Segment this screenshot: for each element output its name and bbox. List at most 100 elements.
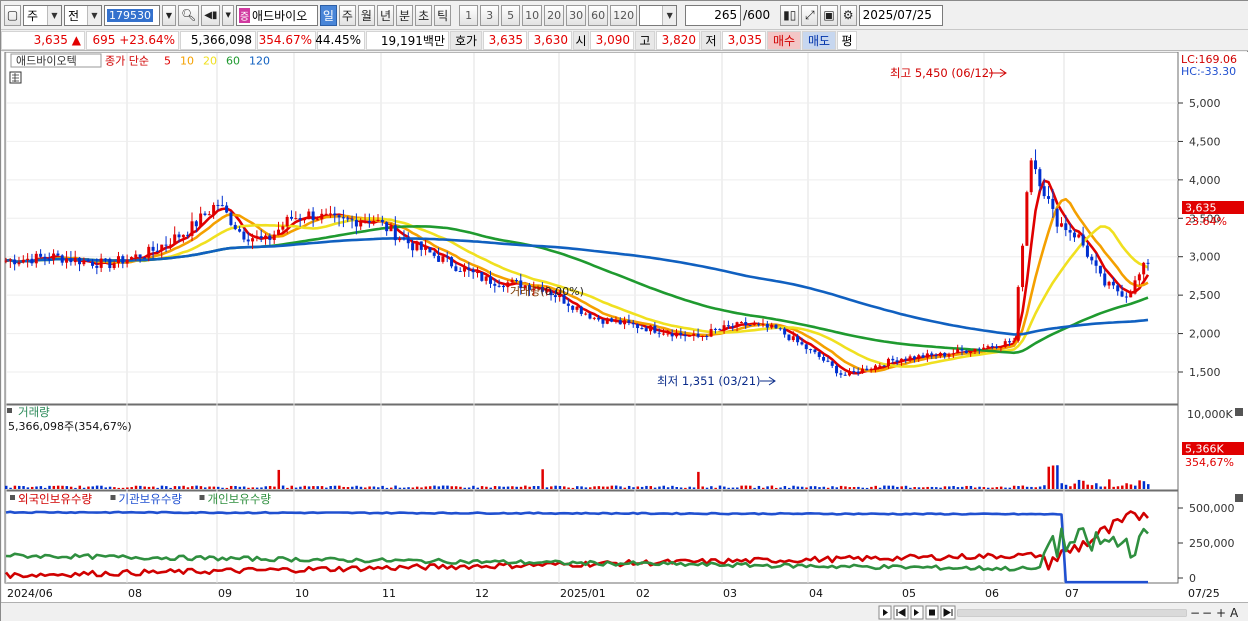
candle-body bbox=[497, 285, 501, 287]
candle-body bbox=[662, 333, 666, 335]
volume-bar bbox=[316, 486, 319, 489]
candle-body bbox=[601, 319, 605, 324]
candle-body bbox=[969, 351, 973, 354]
period-month[interactable]: 월 bbox=[357, 4, 375, 26]
zoom-out-icon[interactable]: − bbox=[1190, 606, 1200, 620]
date-input[interactable]: 2025/07/25 bbox=[858, 4, 943, 26]
volume-bar bbox=[550, 486, 553, 489]
type-select[interactable]: 전 ▼ bbox=[64, 4, 102, 26]
volume-bar bbox=[221, 487, 224, 489]
volume-bar bbox=[407, 487, 410, 489]
price-y-tick: 4,500 bbox=[1189, 135, 1221, 148]
x-axis-tick: 12 bbox=[475, 587, 489, 600]
candle-body bbox=[886, 358, 890, 367]
volume-bar bbox=[857, 486, 860, 489]
volume-bar bbox=[774, 487, 778, 489]
volume-bar bbox=[904, 485, 908, 489]
close-icon[interactable] bbox=[1235, 494, 1243, 502]
minus-icon[interactable]: − bbox=[1202, 606, 1212, 620]
candle-body bbox=[73, 257, 77, 263]
multiplier-1[interactable]: 1 bbox=[459, 4, 479, 26]
view-count-input[interactable]: 265 bbox=[685, 4, 742, 26]
multiplier-60[interactable]: 60 bbox=[588, 4, 609, 26]
chart-tool-icon[interactable]: ⤢ bbox=[801, 4, 819, 26]
scrollbar-thumb[interactable] bbox=[958, 610, 1186, 616]
candle-body bbox=[458, 271, 462, 273]
chevron-down-icon[interactable]: ▼ bbox=[162, 4, 176, 26]
candle-body bbox=[1098, 265, 1102, 274]
custom-period-input[interactable]: ▼ bbox=[639, 4, 678, 26]
volume-bar bbox=[960, 486, 964, 489]
volume-bar bbox=[619, 486, 622, 489]
period-second[interactable]: 초 bbox=[415, 4, 433, 26]
period-day[interactable]: 일 bbox=[319, 4, 337, 26]
zoom-in-icon[interactable]: + bbox=[1216, 606, 1226, 620]
candle-icon[interactable]: ▮▯ bbox=[780, 4, 800, 26]
x-axis-tick: 06 bbox=[985, 587, 999, 600]
volume-bar bbox=[9, 487, 12, 489]
chevron-down-icon[interactable]: ▼ bbox=[222, 4, 234, 26]
eval-button[interactable]: 평 bbox=[837, 30, 857, 50]
volume-bar bbox=[394, 485, 397, 489]
volume-bar bbox=[247, 487, 250, 489]
candle-body bbox=[372, 220, 376, 223]
multiplier-10[interactable]: 10 bbox=[522, 4, 543, 26]
buy-button[interactable]: 매수 bbox=[767, 30, 801, 50]
sell-button[interactable]: 매도 bbox=[802, 30, 836, 50]
volume-bar bbox=[922, 487, 925, 489]
volume-bar bbox=[1082, 480, 1085, 489]
window-icon[interactable]: ▢ bbox=[4, 4, 21, 26]
stock-code-input[interactable]: 179530 bbox=[104, 4, 160, 26]
candle-body bbox=[809, 349, 813, 351]
volume-bar bbox=[251, 487, 255, 489]
volume-bar bbox=[792, 485, 795, 489]
period-week[interactable]: 주 bbox=[338, 4, 356, 26]
multiplier-20[interactable]: 20 bbox=[544, 4, 565, 26]
volume-bar bbox=[935, 487, 938, 489]
multiplier-3[interactable]: 3 bbox=[480, 4, 500, 26]
volume-bar bbox=[480, 486, 484, 489]
volume-bar bbox=[186, 487, 190, 489]
candle-body bbox=[869, 368, 873, 371]
volume-bar bbox=[104, 487, 107, 489]
chart-svg[interactable]: 애드바이오텍 종가 단순 5 10 20 60 120 LC:169.06 HC:-33… bbox=[2, 52, 1248, 604]
series-indicator-icon bbox=[199, 495, 205, 500]
gear-icon[interactable]: ⚙ bbox=[839, 4, 857, 26]
font-icon[interactable]: A bbox=[1230, 606, 1239, 620]
period-tick[interactable]: 틱 bbox=[434, 4, 452, 26]
candle-body bbox=[623, 320, 627, 325]
period-select[interactable]: 주 ▼ bbox=[23, 4, 62, 26]
volume-panel[interactable] bbox=[4, 404, 1179, 491]
holding-y-tick: 0 bbox=[1189, 572, 1196, 585]
multiplier-5[interactable]: 5 bbox=[501, 4, 521, 26]
hc-label: HC:-33.30 bbox=[1181, 65, 1236, 78]
candle-body bbox=[415, 241, 419, 251]
save-icon[interactable]: ▣ bbox=[820, 4, 838, 26]
search-icon[interactable]: 🔍︎ bbox=[178, 4, 200, 26]
speaker-icon[interactable]: ◀▮ bbox=[201, 4, 221, 26]
chevron-down-icon[interactable]: ▼ bbox=[87, 5, 101, 25]
candle-body bbox=[618, 320, 622, 325]
volume-bar bbox=[134, 485, 138, 489]
close-icon[interactable] bbox=[1235, 408, 1243, 416]
chevron-down-icon[interactable]: ▼ bbox=[662, 5, 677, 25]
candle-body bbox=[307, 211, 311, 220]
candle-body bbox=[281, 226, 285, 230]
chart-window: ▢ 주 ▼ 전 ▼ 179530 ▼ 🔍︎ ◀▮ ▼ 증 애드바이오 일 주 월… bbox=[0, 0, 1248, 621]
period-minute[interactable]: 분 bbox=[396, 4, 414, 26]
volume-bar bbox=[601, 486, 605, 489]
volume-bar bbox=[1121, 485, 1124, 489]
candle-body bbox=[21, 259, 25, 263]
candle-body bbox=[1142, 262, 1146, 275]
chevron-down-icon[interactable]: ▼ bbox=[47, 5, 61, 25]
volume-bar bbox=[320, 486, 324, 489]
multiplier-30[interactable]: 30 bbox=[566, 4, 587, 26]
low-annotation: 최저 1,351 (03/21) bbox=[657, 374, 761, 388]
candle-body bbox=[739, 322, 743, 324]
chart-area[interactable]: 애드바이오텍 종가 단순 5 10 20 60 120 LC:169.06 HC:-33… bbox=[2, 52, 1248, 604]
multiplier-120[interactable]: 120 bbox=[610, 4, 638, 26]
candle-body bbox=[298, 218, 302, 220]
period-year[interactable]: 년 bbox=[376, 4, 395, 26]
candle-body bbox=[1012, 340, 1016, 343]
stock-name-field[interactable]: 증 애드바이오 bbox=[235, 4, 318, 26]
